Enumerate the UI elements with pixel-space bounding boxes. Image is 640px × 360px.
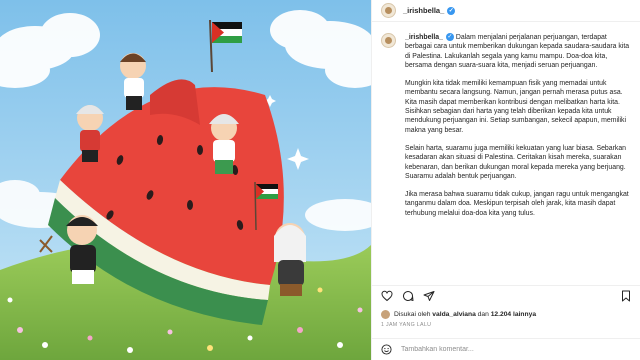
bookmark-icon <box>622 290 630 302</box>
caption-avatar[interactable] <box>381 33 396 48</box>
comment-icon <box>403 291 414 301</box>
share-button[interactable] <box>422 289 436 303</box>
caption-username[interactable]: _irishbella_ <box>405 34 443 41</box>
likes-summary[interactable]: Disukai oleh valda_alviana dan 12.204 la… <box>381 309 536 319</box>
liked-mid: dan <box>477 310 489 318</box>
save-button[interactable] <box>619 289 633 303</box>
post-sidebar: _irishbella_ ✓ _irishbella_ ✓ Dalam menjal… <box>371 0 640 360</box>
username-text[interactable]: _irishbella_ <box>403 6 444 15</box>
caption-paragraph: _irishbella_ ✓ Dalam menjalani perjalanan… <box>405 33 631 70</box>
paper-plane-icon <box>423 291 435 301</box>
avatar[interactable] <box>381 3 396 18</box>
caption-paragraph: Jika merasa bahwa suaramu tidak cukup, j… <box>405 191 629 217</box>
action-bar <box>372 285 640 303</box>
caption: _irishbella_ ✓ Dalam menjalani perjalanan… <box>405 33 631 273</box>
liker-avatar <box>381 309 390 319</box>
verified-badge-icon: ✓ <box>445 33 454 42</box>
smiley-icon[interactable] <box>381 344 392 355</box>
post-timestamp[interactable]: 1 JAM YANG LALU <box>381 322 431 328</box>
post-image[interactable] <box>0 0 371 360</box>
likes-count[interactable]: 12.204 lainnya <box>491 311 536 318</box>
comment-box <box>372 338 640 360</box>
liker-username[interactable]: valda_alviana <box>432 311 476 318</box>
caption-paragraph: Selain harta, suaramu juga memiliki keku… <box>405 144 627 180</box>
verified-badge-icon: ✓ <box>447 7 456 15</box>
username-link[interactable]: _irishbella_ ✓ <box>403 6 456 15</box>
watermelon-illustration <box>0 0 371 360</box>
heart-icon <box>381 290 393 302</box>
like-button[interactable] <box>380 289 394 303</box>
caption-paragraph: Mungkin kita tidak memiliki kemampuan fi… <box>405 80 627 134</box>
comment-input[interactable] <box>401 346 601 353</box>
post-header: _irishbella_ ✓ <box>372 0 640 22</box>
liked-prefix: Disukai oleh <box>394 310 431 318</box>
comment-button[interactable] <box>401 289 415 303</box>
